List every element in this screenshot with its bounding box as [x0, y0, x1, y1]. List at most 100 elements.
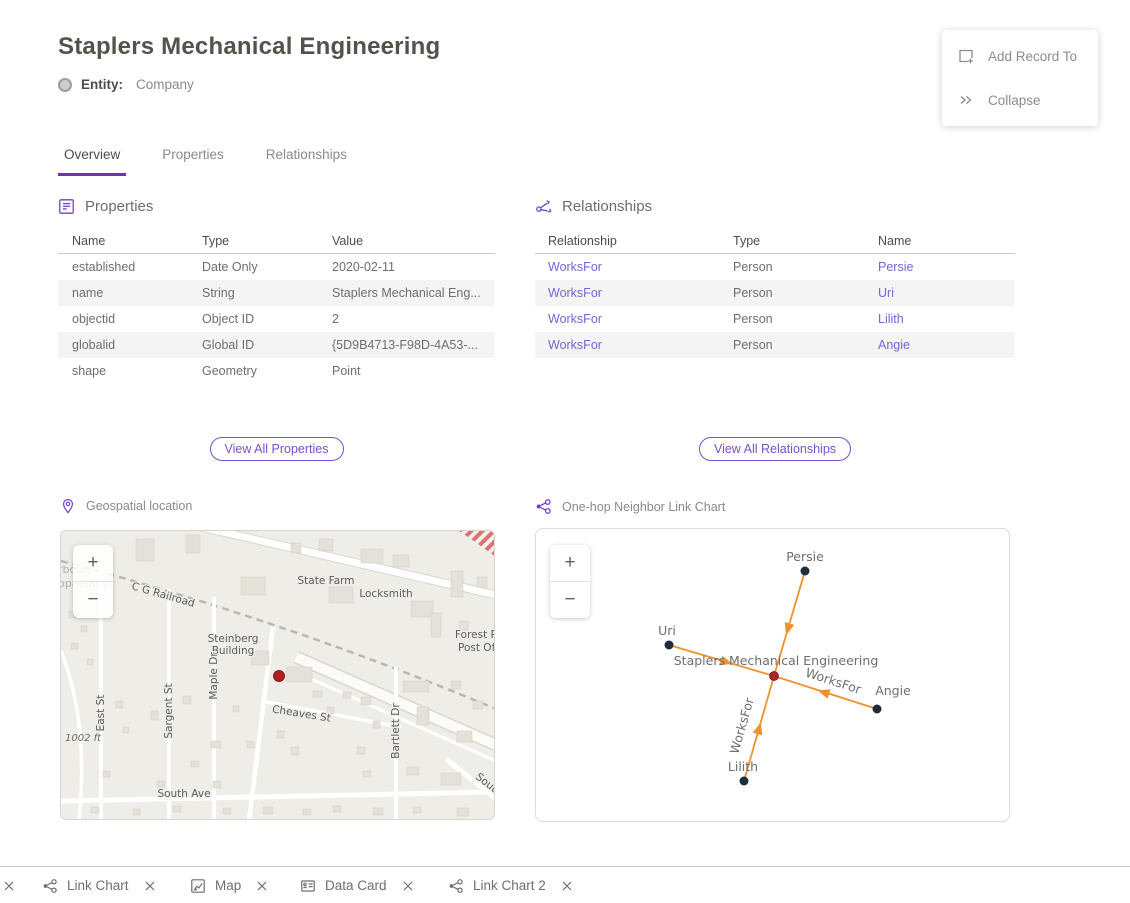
entity-color-dot	[58, 78, 72, 92]
col-header: Relationship	[548, 234, 733, 248]
map-pin-icon	[60, 498, 76, 514]
cell-value: 2020-02-11	[332, 260, 495, 274]
map-label: East St	[95, 695, 107, 732]
relationship-link[interactable]: WorksFor	[548, 286, 733, 300]
relationship-link[interactable]: WorksFor	[548, 312, 733, 326]
relationships-table: Relationship Type Name WorksFor Person P…	[535, 228, 1015, 358]
map-zoom-control: + −	[73, 545, 113, 618]
relationship-link[interactable]: WorksFor	[548, 260, 733, 274]
one-hop-link-chart[interactable]: WorksFor WorksFor Persie Uri Angie Lilit…	[535, 528, 1010, 822]
center-node-label: Staplers Mechanical Engineering	[674, 653, 879, 668]
map-label: Sargent St	[163, 683, 175, 738]
cell-type: Date Only	[202, 260, 332, 274]
table-row[interactable]: established Date Only 2020-02-11	[58, 254, 495, 280]
chart-zoom-in-button[interactable]: +	[550, 545, 590, 581]
edge-arrow	[753, 721, 766, 735]
truncated-tab-close[interactable]	[0, 867, 15, 903]
properties-panel: Properties Name Type Value established D…	[58, 198, 495, 384]
view-tab-data-card[interactable]: Data Card	[300, 867, 414, 903]
relationships-panel: Relationships Relationship Type Name Wor…	[535, 198, 1015, 358]
linkchart-title: One-hop Neighbor Link Chart	[562, 500, 725, 514]
cell-type: Person	[733, 260, 878, 274]
view-tab-link-chart-2[interactable]: Link Chart 2	[448, 867, 573, 903]
link-chart-icon	[42, 878, 58, 894]
close-icon[interactable]	[3, 880, 15, 892]
edge-label: WorksFor	[727, 695, 758, 755]
close-icon[interactable]	[256, 880, 268, 892]
cell-name: shape	[72, 364, 202, 378]
table-row[interactable]: globalid Global ID {5D9B4713-F98D-4A53-.…	[58, 332, 495, 358]
cell-value: {5D9B4713-F98D-4A53-...	[332, 338, 495, 352]
map-zoom-in-button[interactable]: +	[73, 545, 113, 581]
cell-name: established	[72, 260, 202, 274]
close-icon[interactable]	[561, 880, 573, 892]
table-row[interactable]: name String Staplers Mechanical Eng...	[58, 280, 495, 306]
tab-overview[interactable]: Overview	[58, 143, 126, 176]
entity-link[interactable]: Lilith	[878, 312, 1015, 326]
cell-type: Person	[733, 286, 878, 300]
table-row[interactable]: WorksFor Person Angie	[535, 332, 1015, 358]
col-header: Value	[332, 234, 495, 248]
data-card-icon	[300, 878, 316, 894]
cell-value: Point	[332, 364, 495, 378]
table-row[interactable]: WorksFor Person Lilith	[535, 306, 1015, 332]
table-row[interactable]: objectid Object ID 2	[58, 306, 495, 332]
node-label: Angie	[875, 683, 911, 698]
edge-label: WorksFor	[804, 665, 864, 697]
entity-link[interactable]: Angie	[878, 338, 1015, 352]
node-persie[interactable]	[801, 567, 810, 576]
properties-table-header: Name Type Value	[58, 228, 495, 254]
page-title: Staplers Mechanical Engineering	[58, 33, 440, 61]
col-header: Type	[202, 234, 332, 248]
tab-relationships[interactable]: Relationships	[260, 143, 353, 176]
cell-name: name	[72, 286, 202, 300]
map-label: Post Offic	[458, 642, 495, 654]
link-chart-canvas: WorksFor WorksFor Persie Uri Angie Lilit…	[536, 529, 1010, 822]
entity-location-marker[interactable]	[274, 671, 285, 682]
geospatial-title: Geospatial location	[86, 499, 192, 513]
cell-type: Person	[733, 338, 878, 352]
cell-name: globalid	[72, 338, 202, 352]
node-angie[interactable]	[873, 705, 882, 714]
double-chevron-right-icon	[957, 91, 975, 109]
map-label: State Farm	[297, 575, 354, 587]
node-label: Persie	[786, 549, 824, 564]
close-icon[interactable]	[402, 880, 414, 892]
add-record-icon	[957, 47, 975, 65]
map-zoom-out-button[interactable]: −	[73, 582, 113, 618]
map-canvas: State Farm Locksmith Steinberg Building …	[61, 531, 495, 820]
cell-type: Object ID	[202, 312, 332, 326]
entity-link[interactable]: Persie	[878, 260, 1015, 274]
close-icon[interactable]	[144, 880, 156, 892]
node-uri[interactable]	[665, 641, 674, 650]
table-row[interactable]: WorksFor Person Persie	[535, 254, 1015, 280]
view-all-properties-button[interactable]: View All Properties	[210, 437, 344, 461]
view-tab-link-chart[interactable]: Link Chart	[42, 867, 156, 903]
tab-label: Link Chart 2	[473, 878, 546, 893]
relationship-link[interactable]: WorksFor	[548, 338, 733, 352]
table-row[interactable]: WorksFor Person Uri	[535, 280, 1015, 306]
node-lilith[interactable]	[740, 777, 749, 786]
view-all-relationships-button[interactable]: View All Relationships	[699, 437, 851, 461]
relationships-title: Relationships	[562, 198, 652, 215]
node-label: Uri	[658, 623, 676, 638]
entity-link[interactable]: Uri	[878, 286, 1015, 300]
node-center[interactable]	[770, 672, 779, 681]
cell-name: objectid	[72, 312, 202, 326]
view-tab-map[interactable]: Map	[190, 867, 268, 903]
table-row[interactable]: shape Geometry Point	[58, 358, 495, 384]
link-chart-icon	[448, 878, 464, 894]
entity-type: Company	[136, 77, 194, 92]
map-icon	[190, 878, 206, 894]
map-label: Bartlett Dr	[390, 703, 402, 759]
link-chart-icon	[535, 498, 552, 515]
chart-zoom-out-button[interactable]: −	[550, 582, 590, 618]
geospatial-map[interactable]: State Farm Locksmith Steinberg Building …	[60, 530, 495, 820]
tab-properties[interactable]: Properties	[156, 143, 230, 176]
detail-tabs: Overview Properties Relationships	[58, 143, 353, 176]
map-label: South Ave	[157, 788, 210, 800]
menu-item-add-record-to[interactable]: Add Record To	[942, 34, 1098, 78]
menu-item-label: Collapse	[988, 93, 1041, 108]
edge-arrow	[781, 622, 794, 636]
menu-item-collapse[interactable]: Collapse	[942, 78, 1098, 122]
